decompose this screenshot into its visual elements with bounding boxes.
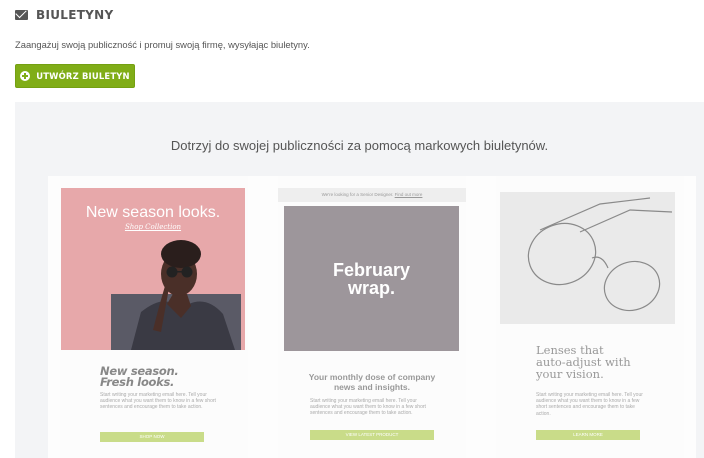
section-description: Zaangażuj swoją publiczność i promuj swo… xyxy=(15,39,310,50)
section-header: BIULETYNY xyxy=(15,8,114,22)
template-card-fashion[interactable]: New season looks. Shop Collection New se… xyxy=(60,176,248,458)
create-newsletter-label: UTWÓRZ BIULETYN xyxy=(36,71,130,81)
card-title: Lenses that auto-adjust with your vision… xyxy=(536,344,631,380)
hero-link: Shop Collection xyxy=(124,223,182,231)
card-body: Start writing your marketing email here.… xyxy=(310,398,426,417)
hero-headline: New season looks. xyxy=(85,204,221,221)
hero-headline: February wrap. xyxy=(333,261,410,297)
card-title-line2: Fresh looks. xyxy=(100,375,175,389)
template-card-monthly-news[interactable]: We're looking for a Senior Designer. Fin… xyxy=(278,176,466,458)
hero-line2: wrap. xyxy=(347,277,395,298)
card-cta-button: VIEW LATEST PRODUCT xyxy=(310,430,434,440)
card-title: New season. Fresh looks. xyxy=(100,365,179,389)
card-body: Start writing your marketing email here.… xyxy=(536,392,643,417)
glasses-hero-image xyxy=(500,192,675,324)
card-title: Your monthly dose of company news and in… xyxy=(308,372,436,392)
newsletter-promo: Dotrzyj do swojej publiczności za pomocą… xyxy=(15,102,704,458)
plus-circle-icon xyxy=(20,71,31,81)
page-title: BIULETYNY xyxy=(36,8,114,22)
envelope-icon xyxy=(15,10,28,20)
template-previews: New season looks. Shop Collection New se… xyxy=(48,176,696,458)
model-photo xyxy=(111,240,241,350)
announcement-bar: We're looking for a Senior Designer. Fin… xyxy=(278,188,466,202)
promo-title: Dotrzyj do swojej publiczności za pomocą… xyxy=(170,138,549,153)
fashion-hero-image: New season looks. Shop Collection xyxy=(61,188,245,350)
hero-line1: February xyxy=(332,259,411,280)
card-cta-button: LEARN MORE xyxy=(536,430,640,440)
template-card-lenses[interactable]: Lenses that auto-adjust with your vision… xyxy=(496,176,684,458)
announcement-link: Find out more xyxy=(394,192,423,197)
card-body: Start writing your marketing email here.… xyxy=(100,392,216,411)
card-title-line3: your vision. xyxy=(536,367,604,381)
create-newsletter-button[interactable]: UTWÓRZ BIULETYN xyxy=(15,64,135,88)
glasses-illustration xyxy=(527,197,673,312)
news-hero-block: February wrap. xyxy=(284,206,459,351)
announcement-text: We're looking for a Senior Designer. xyxy=(321,192,394,197)
card-cta-button: SHOP NOW xyxy=(100,432,204,442)
